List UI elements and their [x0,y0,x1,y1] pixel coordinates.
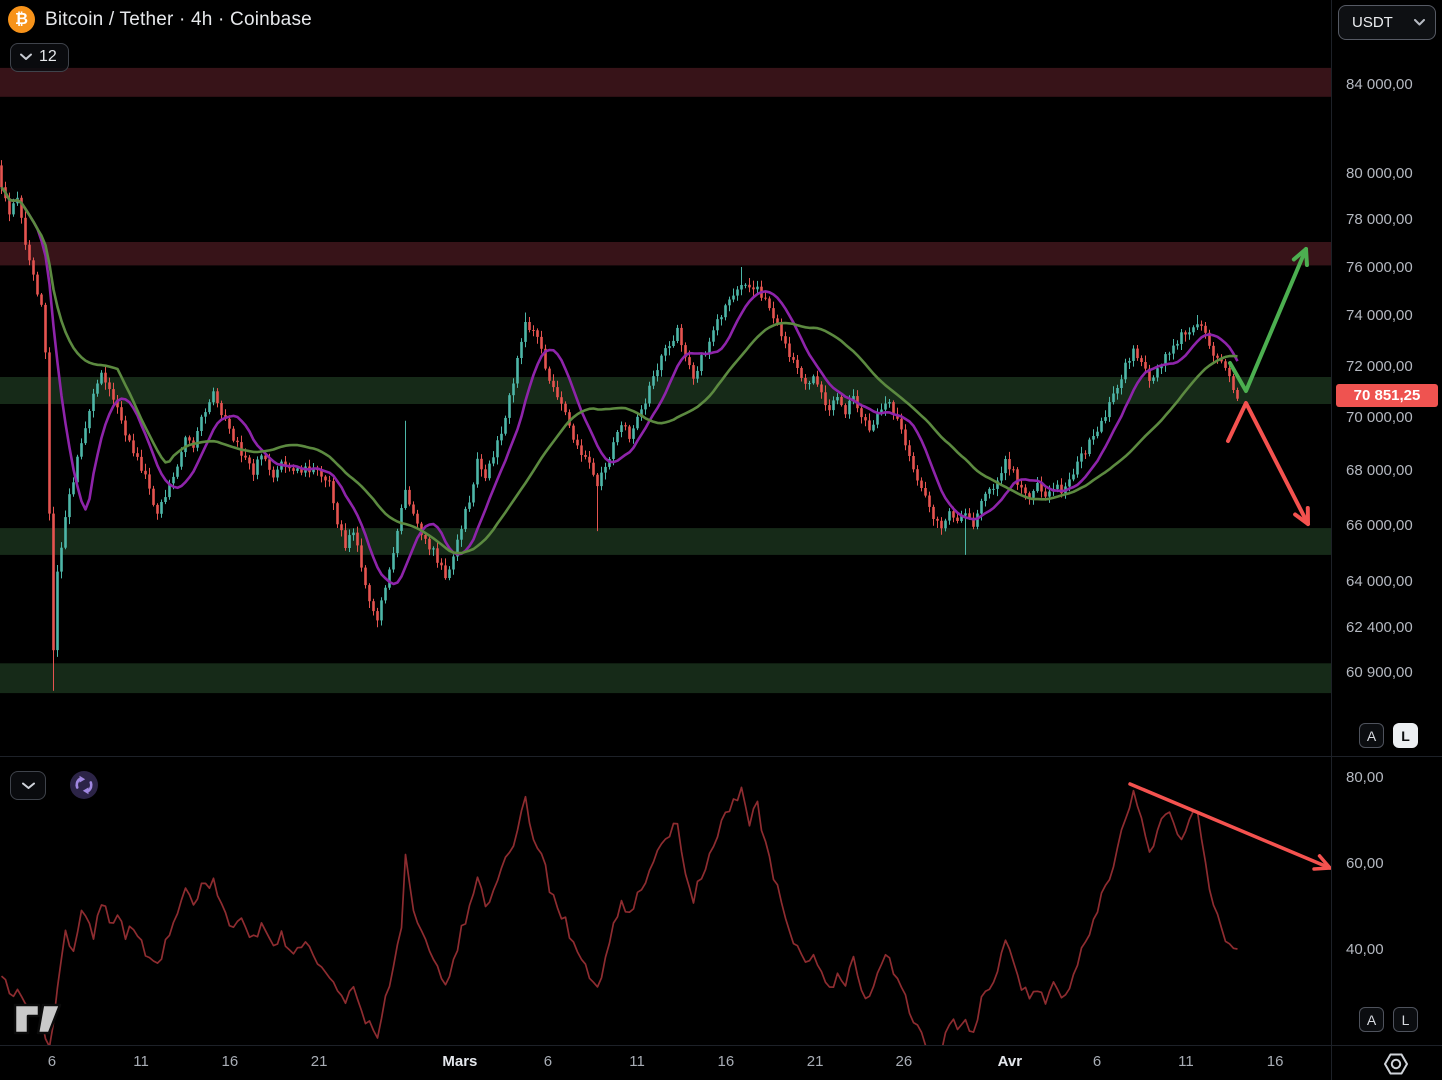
tradingview-logo[interactable] [12,993,64,1039]
time-axis-label: 6 [543,1053,553,1070]
time-axis[interactable]: 6 11 16 21 Mars 6 11 16 21 26 Avr 6 11 16 [0,1046,1331,1080]
price-axis-label: 78 000,00 [1346,211,1413,229]
time-axis-label: 16 [717,1053,735,1070]
price-axis-label: 64 000,00 [1346,572,1413,590]
interval-badge[interactable]: 12 [10,43,69,72]
pane-divider[interactable] [0,756,1442,757]
time-axis-label: 6 [47,1053,57,1070]
indicator-axis-label: 40,00 [1346,941,1384,959]
last-price-label: 70 851,25 [1336,384,1438,408]
price-axis-label: 84 000,00 [1346,75,1413,93]
price-axis-label: 70 000,00 [1346,409,1413,427]
log-scale-button-lower[interactable]: L [1393,1007,1418,1032]
candles [0,160,1239,691]
indicator-refresh-icon[interactable] [69,770,99,800]
chevron-down-icon [21,782,35,789]
time-axis-label: Avr [997,1053,1023,1070]
price-axis-label: 80 000,00 [1346,165,1413,182]
settings-icon[interactable] [1381,1049,1411,1079]
chart-canvas[interactable] [0,0,1331,1080]
time-axis-divider [0,1045,1442,1046]
time-axis-label: 21 [310,1053,328,1070]
indicator-axis-label: 60,00 [1346,855,1384,873]
time-axis-label: 11 [1178,1053,1194,1070]
price-axis-label: 68 000,00 [1346,462,1413,480]
symbol-title[interactable]: Bitcoin / Tether · 4h · Coinbase [45,9,312,31]
price-axis-label: 76 000,00 [1346,258,1413,276]
auto-scale-button-lower[interactable]: A [1359,1007,1384,1032]
time-axis-label: Mars [442,1053,478,1070]
time-axis-label: 11 [629,1053,645,1070]
main-price-pane [0,67,1331,694]
indicator-collapse-button[interactable] [10,771,46,800]
currency-dropdown-value: USDT [1352,14,1393,31]
oscillator-pane [0,782,1331,1045]
chart-header: ₿ Bitcoin / Tether · 4h · Coinbase [8,6,312,33]
time-axis-label: 21 [806,1053,824,1070]
chevron-down-icon [1414,19,1425,26]
price-axis-label: 60 900,00 [1346,663,1413,681]
currency-dropdown[interactable]: USDT [1338,5,1436,40]
price-axis-label: 66 000,00 [1346,516,1413,534]
chevron-down-icon [20,53,32,60]
interval-badge-label: 12 [39,48,57,65]
time-axis-label: 26 [895,1053,913,1070]
auto-scale-button-main[interactable]: A [1359,723,1384,748]
price-axis-label: 72 000,00 [1346,357,1413,375]
time-axis-label: 11 [133,1053,149,1070]
indicator-axis-label: 80,00 [1346,769,1384,786]
time-axis-label: 16 [1266,1053,1284,1070]
time-axis-label: 6 [1092,1053,1102,1070]
tradingview-chart-window: ₿ Bitcoin / Tether · 4h · Coinbase 12 US… [0,0,1442,1080]
price-axis[interactable]: 70 851,25 A L A L 84 000,00 80 000,00 78 0… [1331,0,1442,1080]
log-scale-button-main[interactable]: L [1393,723,1418,748]
time-axis-label: 16 [221,1053,239,1070]
price-axis-label: 74 000,00 [1346,307,1413,325]
price-axis-label: 62 400,00 [1346,619,1413,637]
oscillator-line [0,786,1238,1045]
bitcoin-icon: ₿ [8,6,35,33]
